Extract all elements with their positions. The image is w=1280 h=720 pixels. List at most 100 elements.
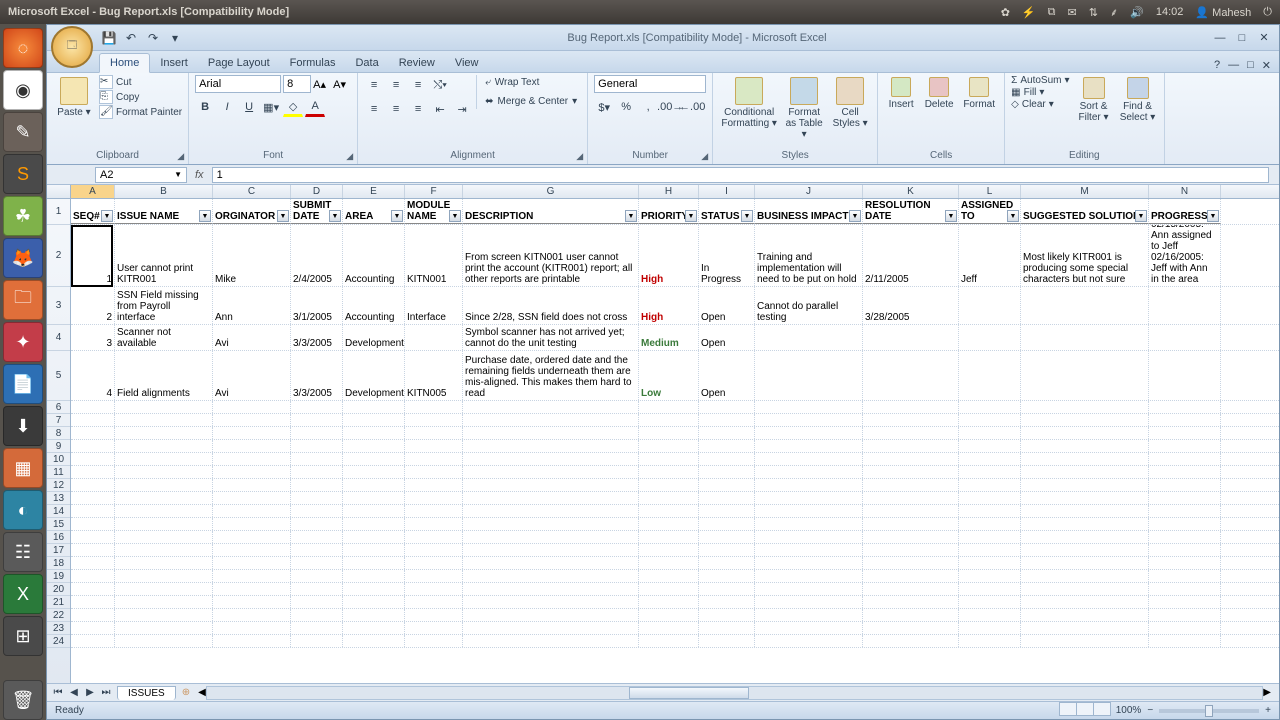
cell[interactable] [1021,401,1149,413]
shrink-font-icon[interactable]: A▾ [333,78,351,91]
cell[interactable] [639,609,699,621]
cell[interactable] [959,479,1021,491]
comma-icon[interactable]: , [638,97,658,117]
grow-font-icon[interactable]: A▴ [313,78,331,91]
cell[interactable] [71,570,115,582]
cell[interactable] [863,557,959,569]
cell[interactable] [639,635,699,647]
cell[interactable] [699,440,755,452]
files-icon[interactable]: 🗀 [3,280,43,320]
cell[interactable] [1021,287,1149,324]
cell[interactable] [405,492,463,504]
cell[interactable] [1149,622,1221,634]
cell[interactable] [343,505,405,517]
cell[interactable] [699,609,755,621]
table-header-cell[interactable]: ORGINATOR▼ [213,199,291,224]
format-as-table-button[interactable]: Format as Table ▾ [783,75,825,142]
cell[interactable] [959,401,1021,413]
select-all-corner[interactable] [47,185,71,198]
cell[interactable] [1149,414,1221,426]
cell[interactable] [213,544,291,556]
filter-dropdown-icon[interactable]: ▼ [685,210,697,222]
cell[interactable] [755,583,863,595]
cell[interactable]: Interface [405,287,463,324]
column-header[interactable]: E [343,185,405,198]
cell[interactable] [405,479,463,491]
cell[interactable] [755,609,863,621]
cell[interactable] [959,505,1021,517]
cell[interactable] [639,440,699,452]
format-painter-button[interactable]: 🖌Format Painter [99,105,182,119]
format-cells-button[interactable]: Format [960,75,998,112]
table-header-cell[interactable]: SUGGESTED SOLUTION▼ [1021,199,1149,224]
cell[interactable] [1149,518,1221,530]
undo-icon[interactable]: ↶ [123,30,139,46]
row-header[interactable]: 12 [47,479,70,492]
cell[interactable] [115,492,213,504]
column-header[interactable]: N [1149,185,1221,198]
number-format-select[interactable] [594,75,706,93]
filter-dropdown-icon[interactable]: ▼ [1135,210,1147,222]
cell[interactable] [699,401,755,413]
cell[interactable] [291,492,343,504]
row-header[interactable]: 10 [47,453,70,466]
cell[interactable]: 3 [71,325,115,350]
cell[interactable] [291,570,343,582]
cell[interactable]: Development [343,325,405,350]
cell[interactable] [639,596,699,608]
cell[interactable] [959,609,1021,621]
cell[interactable] [863,596,959,608]
cell[interactable] [699,427,755,439]
wifi-icon[interactable]: ⸙ [1110,5,1118,20]
first-sheet-icon[interactable]: ⏮ [51,687,65,698]
font-color-button[interactable]: A [305,97,325,117]
cell[interactable] [71,427,115,439]
cell[interactable] [291,557,343,569]
cell[interactable] [639,427,699,439]
cell[interactable] [115,570,213,582]
cell[interactable] [959,492,1021,504]
cell[interactable] [405,622,463,634]
formula-input[interactable]: 1 [212,167,1269,183]
cell[interactable] [639,544,699,556]
border-button[interactable]: ▦▾ [261,97,281,117]
cell[interactable]: Most likely KITR001 is producing some sp… [1021,225,1149,286]
cell[interactable] [699,570,755,582]
row-header[interactable]: 3 [47,287,70,325]
name-box[interactable]: A2▼ [95,167,187,183]
percent-icon[interactable]: % [616,97,636,117]
column-header[interactable]: A [71,185,115,198]
cell[interactable] [115,557,213,569]
cell[interactable] [959,557,1021,569]
dialog-launcher-icon[interactable]: ◢ [346,151,353,162]
cell[interactable] [1149,427,1221,439]
cell[interactable] [405,544,463,556]
cell[interactable] [71,518,115,530]
cell[interactable] [959,596,1021,608]
cell[interactable] [755,557,863,569]
cell[interactable]: Open [699,325,755,350]
cell[interactable] [755,544,863,556]
cell[interactable] [1021,479,1149,491]
power-icon[interactable]: ⏻ [1263,6,1272,19]
table-header-cell[interactable]: DESCRIPTION▼ [463,199,639,224]
cell[interactable] [463,518,639,530]
delete-cells-button[interactable]: Delete [922,75,956,112]
cell[interactable] [863,544,959,556]
cell[interactable]: Open [699,287,755,324]
zoom-level[interactable]: 100% [1116,705,1142,716]
cell[interactable] [115,518,213,530]
cell[interactable] [639,622,699,634]
cell[interactable] [1021,544,1149,556]
increase-indent-icon[interactable]: ⇥ [452,99,472,119]
horizontal-scrollbar[interactable]: ◀▶ [198,686,1271,700]
cell[interactable] [405,325,463,350]
tab-view[interactable]: View [445,54,489,72]
cell[interactable] [405,453,463,465]
office-button[interactable]: 🗔 [51,26,93,68]
column-header[interactable]: H [639,185,699,198]
align-right-icon[interactable]: ≡ [408,99,428,119]
tab-review[interactable]: Review [389,54,445,72]
row-header[interactable]: 4 [47,325,70,351]
next-sheet-icon[interactable]: ▶ [83,687,97,698]
